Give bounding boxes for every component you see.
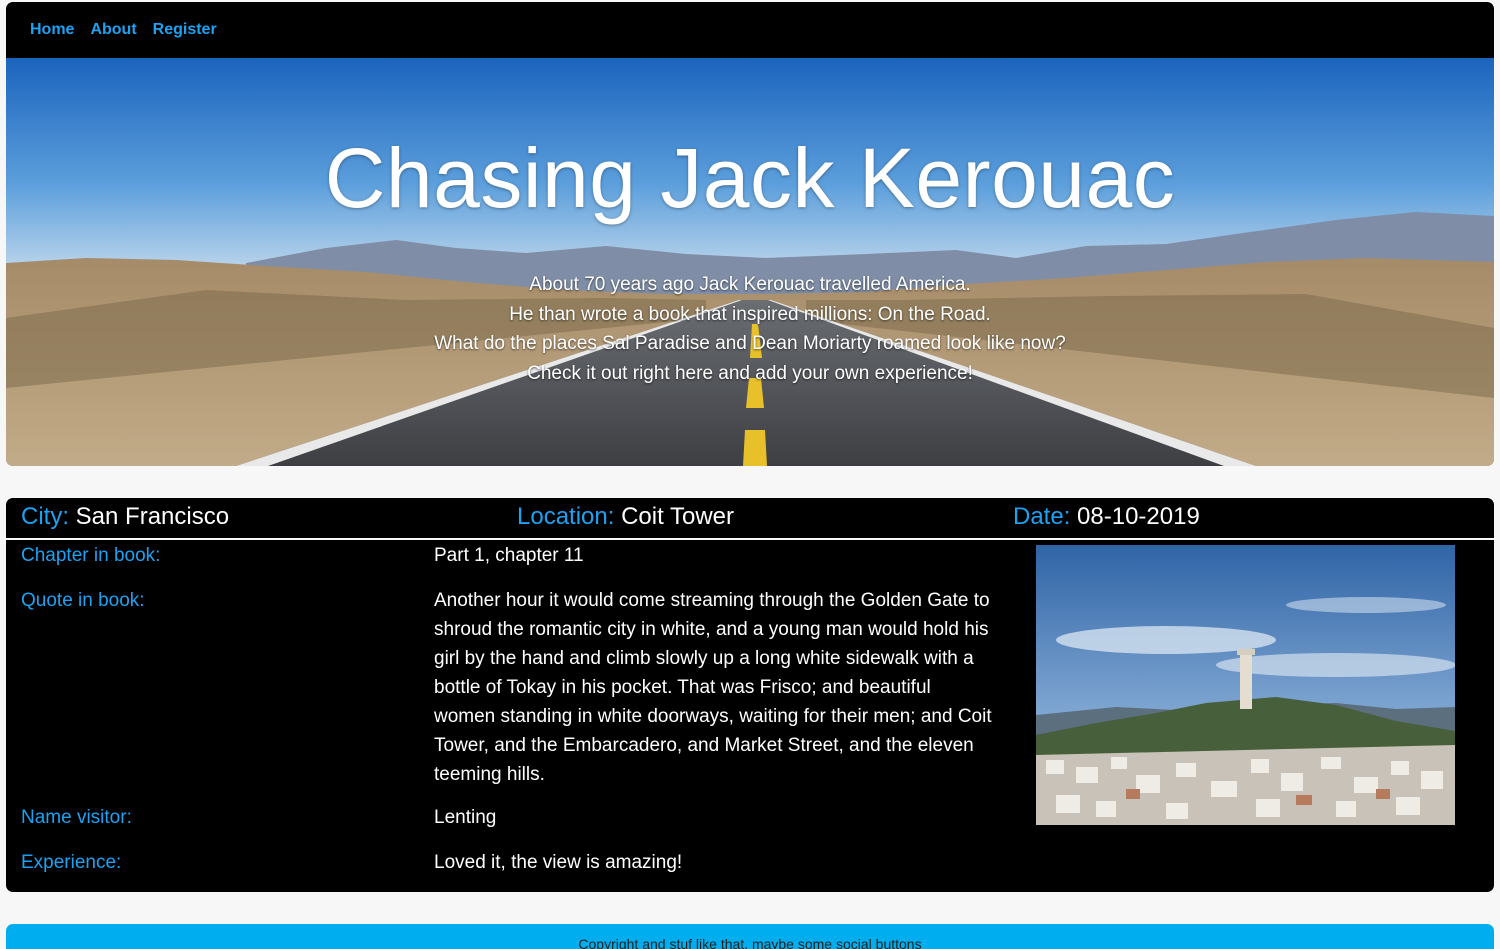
hero-line: About 70 years ago Jack Kerouac travelle… — [529, 274, 971, 295]
page-footer: Copyright and stuf like that, maybe some… — [6, 924, 1494, 949]
hero-banner: Chasing Jack Kerouac About 70 years ago … — [6, 58, 1494, 466]
hero-line: He than wrote a book that inspired milli… — [509, 303, 991, 325]
chapter-label: Chapter in book: — [21, 545, 161, 566]
desert-road-image — [6, 58, 1494, 466]
location-label: Location: — [517, 503, 615, 530]
quote-value: Another hour it would come streaming thr… — [434, 590, 992, 785]
city-label: City: — [21, 503, 69, 530]
quote-label: Quote in book: — [21, 590, 145, 611]
coit-tower-photo — [1036, 545, 1455, 825]
chapter-value: Part 1, chapter 11 — [434, 545, 584, 566]
entry-header-bar: City: San Francisco Location: Coit Tower… — [6, 498, 1494, 538]
date-value: 08-10-2019 — [1077, 503, 1200, 530]
hero-title: Chasing Jack Kerouac — [324, 131, 1176, 225]
experience-value: Loved it, the view is amazing! — [434, 852, 683, 873]
footer-text: Copyright and stuf like that, maybe some… — [578, 936, 922, 949]
nav-home-link[interactable]: Home — [30, 21, 74, 39]
experience-label: Experience: — [21, 852, 122, 873]
hero-intro-text: About 70 years ago Jack Kerouac travelle… — [6, 270, 1494, 388]
hero-line: Check it out right here and add your own… — [527, 362, 973, 384]
top-navbar: Home About Register — [6, 2, 1494, 58]
location-value: Coit Tower — [621, 503, 735, 530]
location-field: Location: Coit Tower — [517, 503, 734, 531]
date-field: Date: 08-10-2019 — [1013, 503, 1200, 531]
date-label: Date: — [1013, 503, 1071, 530]
city-value: San Francisco — [75, 503, 230, 530]
entry-detail-panel: Chapter in book: Part 1, chapter 11 Quot… — [6, 540, 1494, 892]
hero-line: What do the places Sal Paradise and Dean… — [434, 333, 1066, 354]
nav-about-link[interactable]: About — [90, 21, 136, 39]
nav-register-link[interactable]: Register — [153, 21, 217, 39]
visitor-label: Name visitor: — [21, 807, 132, 828]
city-field: City: San Francisco — [21, 503, 229, 531]
visitor-value: Lenting — [434, 807, 497, 828]
